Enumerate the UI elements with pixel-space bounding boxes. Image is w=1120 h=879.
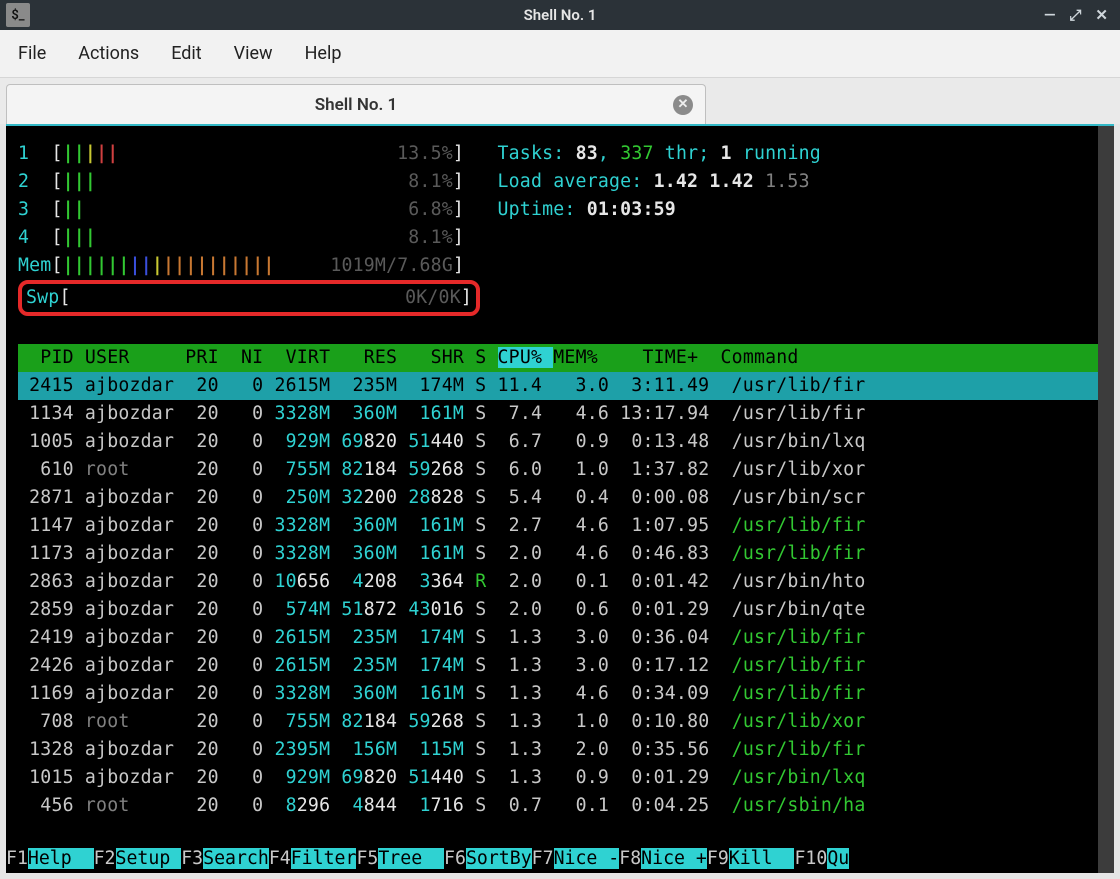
process-row[interactable]: 1005 ajbozdar 20 0 929M 69820 51440 S 6.…: [18, 428, 1114, 456]
fkey-F5[interactable]: F5Tree: [356, 848, 444, 869]
cpu-meter-3: 3 [|| 6.8%] Uptime: 01:03:59: [18, 196, 1114, 224]
process-row[interactable]: 708 root 20 0 755M 82184 59268 S 1.3 1.0…: [18, 708, 1114, 736]
terminal-app-icon: $_: [6, 3, 30, 27]
process-row[interactable]: 2419 ajbozdar 20 0 2615M 235M 174M S 1.3…: [18, 624, 1114, 652]
process-row[interactable]: 1169 ajbozdar 20 0 3328M 360M 161M S 1.3…: [18, 680, 1114, 708]
process-row[interactable]: 1328 ajbozdar 20 0 2395M 156M 115M S 1.3…: [18, 736, 1114, 764]
window-titlebar: $_ Shell No. 1 — ⤢ ✕: [0, 0, 1120, 30]
process-header[interactable]: PID USER PRI NI VIRT RES SHR S CPU% MEM%…: [18, 344, 1114, 372]
process-row[interactable]: 2859 ajbozdar 20 0 574M 51872 43016 S 2.…: [18, 596, 1114, 624]
tab-label: Shell No. 1: [315, 95, 398, 115]
swap-meter: Swp[ 0K/0K]: [18, 280, 1114, 316]
fkey-F10[interactable]: F10Qu: [794, 848, 849, 869]
process-row[interactable]: 2863 ajbozdar 20 0 10656 4208 3364 R 2.0…: [18, 568, 1114, 596]
fkey-F4[interactable]: F4Filter: [269, 848, 357, 869]
process-row[interactable]: 2415 ajbozdar 20 0 2615M 235M 174M S 11.…: [18, 372, 1114, 400]
minimize-button[interactable]: —: [1044, 6, 1055, 24]
cpu-meter-4: 4 [||| 8.1%]: [18, 224, 1114, 252]
terminal-pane[interactable]: 1 [||||| 13.5%] Tasks: 83, 337 thr; 1 ru…: [6, 124, 1114, 873]
tab-bar: Shell No. 1 ✕: [0, 78, 1120, 124]
process-row[interactable]: 1134 ajbozdar 20 0 3328M 360M 161M S 7.4…: [18, 400, 1114, 428]
process-row[interactable]: 456 root 20 0 8296 4844 1716 S 0.7 0.1 0…: [18, 792, 1114, 820]
window-title: Shell No. 1: [0, 6, 1120, 24]
menu-help[interactable]: Help: [305, 43, 342, 64]
fkey-F8[interactable]: F8Nice +: [619, 848, 707, 869]
fkey-F2[interactable]: F2Setup: [94, 848, 182, 869]
process-row[interactable]: 1015 ajbozdar 20 0 929M 69820 51440 S 1.…: [18, 764, 1114, 792]
fkey-F6[interactable]: F6SortBy: [444, 848, 532, 869]
htop-fkey-bar: F1Help F2Setup F3SearchF4FilterF5Tree F6…: [6, 845, 1098, 873]
process-row[interactable]: 1173 ajbozdar 20 0 3328M 360M 161M S 2.0…: [18, 540, 1114, 568]
terminal-tab[interactable]: Shell No. 1 ✕: [6, 84, 706, 124]
cpu-meter-2: 2 [||| 8.1%] Load average: 1.42 1.42 1.5…: [18, 168, 1114, 196]
menu-edit[interactable]: Edit: [171, 43, 201, 64]
menu-view[interactable]: View: [234, 43, 273, 64]
process-row[interactable]: 610 root 20 0 755M 82184 59268 S 6.0 1.0…: [18, 456, 1114, 484]
fkey-F7[interactable]: F7Nice -: [532, 848, 620, 869]
process-row[interactable]: 2426 ajbozdar 20 0 2615M 235M 174M S 1.3…: [18, 652, 1114, 680]
menu-actions[interactable]: Actions: [78, 43, 139, 64]
fkey-F1[interactable]: F1Help: [6, 848, 94, 869]
mem-meter: Mem[||||||||||||||||||| 1019M/7.68G]: [18, 252, 1114, 280]
menu-file[interactable]: File: [18, 43, 46, 64]
terminal-scrollbar[interactable]: [1098, 126, 1114, 873]
close-button[interactable]: ✕: [1095, 6, 1108, 24]
process-row[interactable]: 1147 ajbozdar 20 0 3328M 360M 161M S 2.7…: [18, 512, 1114, 540]
process-row[interactable]: 2871 ajbozdar 20 0 250M 32200 28828 S 5.…: [18, 484, 1114, 512]
fkey-F9[interactable]: F9Kill: [707, 848, 795, 869]
cpu-meter-1: 1 [||||| 13.5%] Tasks: 83, 337 thr; 1 ru…: [18, 140, 1114, 168]
menu-bar: File Actions Edit View Help: [0, 30, 1120, 78]
fkey-F3[interactable]: F3Search: [181, 848, 269, 869]
maximize-button[interactable]: ⤢: [1069, 6, 1081, 24]
tab-close-icon[interactable]: ✕: [673, 95, 693, 115]
